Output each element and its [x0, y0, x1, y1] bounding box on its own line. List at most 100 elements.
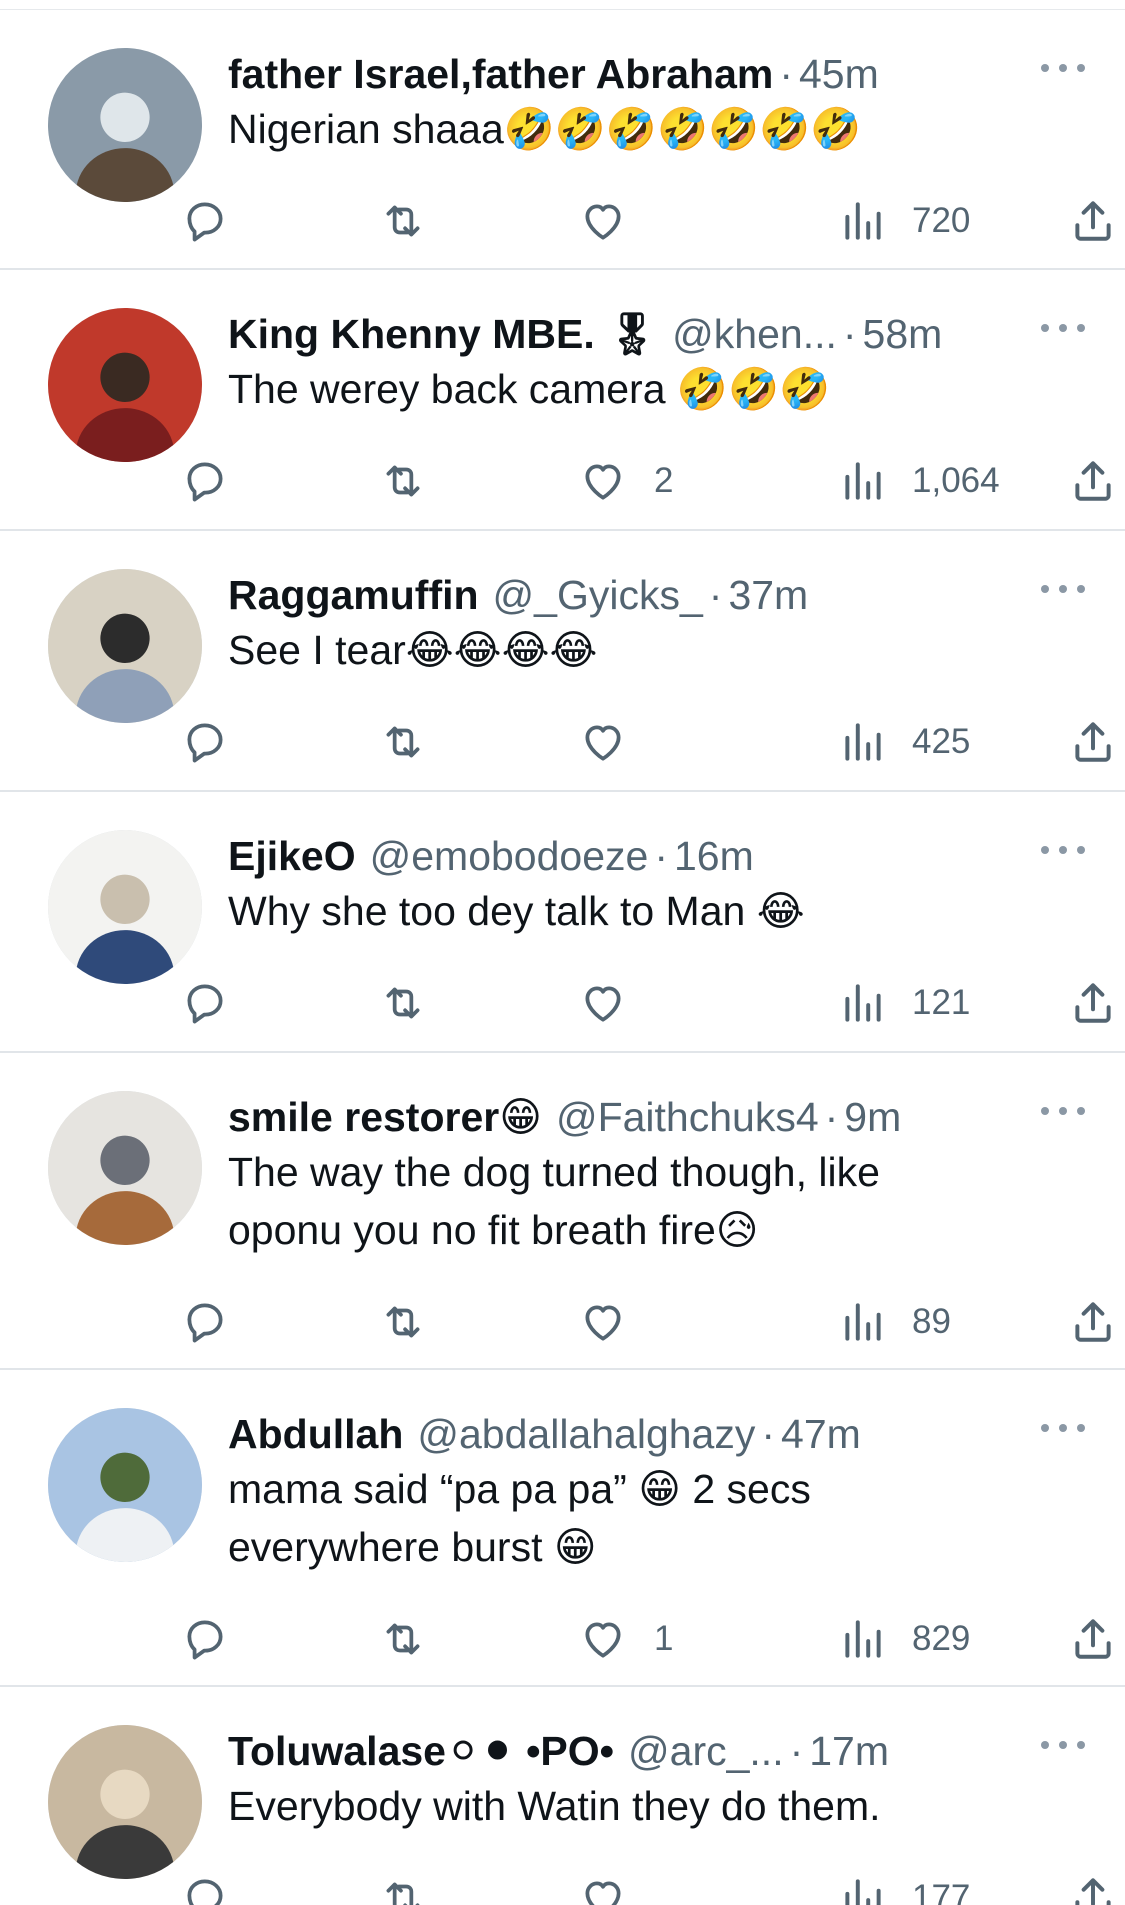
timestamp[interactable]: 9m	[844, 1091, 901, 1143]
retweet-icon	[386, 205, 420, 237]
tweet-text: Everybody with Watin they do them.	[228, 1783, 881, 1829]
retweet-button[interactable]	[378, 715, 428, 769]
retweet-icon	[386, 1623, 420, 1655]
separator-dot: ·	[708, 572, 723, 618]
reply-icon	[187, 462, 223, 502]
share-icon	[1075, 1619, 1111, 1659]
reply-button[interactable]	[180, 976, 230, 1030]
avatar[interactable]	[48, 1408, 202, 1562]
tweet-header: smile restorer😁 @Faithchuks4 · 9m	[228, 1091, 1055, 1143]
reply-button[interactable]	[180, 194, 230, 248]
retweet-button[interactable]	[378, 1612, 428, 1666]
share-icon	[1075, 1878, 1111, 1905]
reply-button[interactable]	[180, 454, 230, 508]
like-button[interactable]	[578, 1295, 654, 1349]
more-icon[interactable]	[1041, 1103, 1085, 1119]
views-count: 720	[912, 201, 971, 240]
display-name[interactable]: Toluwalase⚪⚫ •PO•	[228, 1725, 614, 1777]
share-icon	[1075, 1302, 1111, 1342]
user-handle[interactable]: @Faithchuks4	[556, 1091, 819, 1143]
views-button[interactable]: 177	[838, 1871, 970, 1905]
display-name[interactable]: EjikeO	[228, 830, 356, 882]
more-icon[interactable]	[1041, 1420, 1085, 1436]
user-handle[interactable]: @arc_...	[628, 1725, 784, 1777]
share-button[interactable]	[1068, 454, 1118, 508]
avatar[interactable]	[48, 1725, 202, 1879]
views-button[interactable]: 1,064	[838, 454, 1000, 508]
avatar[interactable]	[48, 48, 202, 202]
reply-button[interactable]	[180, 1612, 230, 1666]
user-handle[interactable]: @abdallahalghazy	[417, 1408, 755, 1460]
more-icon[interactable]	[1041, 60, 1085, 76]
share-button[interactable]	[1068, 976, 1118, 1030]
timestamp[interactable]: 58m	[863, 308, 943, 360]
avatar[interactable]	[48, 830, 202, 984]
tweet-item[interactable]: Abdullah @abdallahalghazy · 47m mama sai…	[0, 1370, 1125, 1687]
tweet-item[interactable]: EjikeO @emobodoeze · 16m Why she too dey…	[0, 792, 1125, 1053]
share-button[interactable]	[1068, 1612, 1118, 1666]
tweet-item[interactable]: smile restorer😁 @Faithchuks4 · 9m The wa…	[0, 1053, 1125, 1370]
avatar[interactable]	[48, 1091, 202, 1245]
tweet-item[interactable]: father Israel,father Abraham · 45m Niger…	[0, 10, 1125, 270]
tweet-item[interactable]: Raggamuffin @_Gyicks_ · 37m See I tear😂😂…	[0, 531, 1125, 792]
retweet-icon	[386, 1882, 420, 1905]
views-count: 121	[912, 983, 971, 1022]
user-handle[interactable]: @_Gyicks_	[493, 569, 703, 621]
retweet-button[interactable]	[378, 976, 428, 1030]
reply-button[interactable]	[180, 715, 230, 769]
retweet-button[interactable]	[378, 454, 428, 508]
like-button[interactable]	[578, 1871, 654, 1905]
share-button[interactable]	[1068, 1871, 1118, 1905]
retweet-button[interactable]	[378, 194, 428, 248]
views-button[interactable]: 121	[838, 976, 970, 1030]
tweet-header: King Khenny MBE. 🎖 @khen... · 58m	[228, 308, 1055, 360]
avatar[interactable]	[48, 308, 202, 462]
views-button[interactable]: 720	[838, 194, 970, 248]
like-button[interactable]: 2	[578, 454, 673, 508]
tweet-text: The werey back camera 🤣🤣🤣	[228, 366, 831, 412]
reply-button[interactable]	[180, 1871, 230, 1905]
timestamp[interactable]: 45m	[799, 48, 879, 100]
display-name[interactable]: Abdullah	[228, 1408, 403, 1460]
display-name[interactable]: father Israel,father Abraham	[228, 48, 773, 100]
views-icon	[845, 1303, 881, 1341]
share-button[interactable]	[1068, 194, 1118, 248]
retweet-icon	[386, 726, 420, 758]
timestamp[interactable]: 16m	[674, 830, 754, 882]
more-icon[interactable]	[1041, 842, 1085, 858]
more-icon[interactable]	[1041, 320, 1085, 336]
reply-button[interactable]	[180, 1295, 230, 1349]
like-button[interactable]	[578, 976, 654, 1030]
more-icon[interactable]	[1041, 581, 1085, 597]
top-divider	[0, 0, 1125, 10]
views-button[interactable]: 425	[838, 715, 970, 769]
display-name[interactable]: King Khenny MBE. 🎖	[228, 308, 658, 360]
heart-icon	[585, 204, 621, 240]
tweet-header: Raggamuffin @_Gyicks_ · 37m	[228, 569, 1055, 621]
like-button[interactable]	[578, 715, 654, 769]
like-button[interactable]	[578, 194, 654, 248]
tweet-text: The way the dog turned though, like opon…	[228, 1149, 880, 1253]
tweet-item[interactable]: Toluwalase⚪⚫ •PO• @arc_... · 17m Everybo…	[0, 1687, 1125, 1905]
tweet-item[interactable]: King Khenny MBE. 🎖 @khen... · 58m The we…	[0, 270, 1125, 531]
retweet-button[interactable]	[378, 1295, 428, 1349]
user-handle[interactable]: @emobodoeze	[370, 830, 649, 882]
avatar[interactable]	[48, 569, 202, 723]
retweet-button[interactable]	[378, 1871, 428, 1905]
avatar-image	[48, 569, 202, 723]
user-handle[interactable]: @khen...	[672, 308, 837, 360]
views-button[interactable]: 829	[838, 1612, 970, 1666]
more-icon[interactable]	[1041, 1737, 1085, 1753]
display-name[interactable]: smile restorer😁	[228, 1091, 542, 1143]
like-button[interactable]: 1	[578, 1612, 673, 1666]
share-icon	[1075, 461, 1111, 501]
share-button[interactable]	[1068, 1295, 1118, 1349]
views-icon	[845, 1620, 881, 1658]
timestamp[interactable]: 47m	[781, 1408, 861, 1460]
views-button[interactable]: 89	[838, 1295, 951, 1349]
timestamp[interactable]: 17m	[809, 1725, 889, 1777]
timestamp[interactable]: 37m	[728, 569, 808, 621]
views-icon	[845, 984, 881, 1022]
display-name[interactable]: Raggamuffin	[228, 569, 479, 621]
share-button[interactable]	[1068, 715, 1118, 769]
